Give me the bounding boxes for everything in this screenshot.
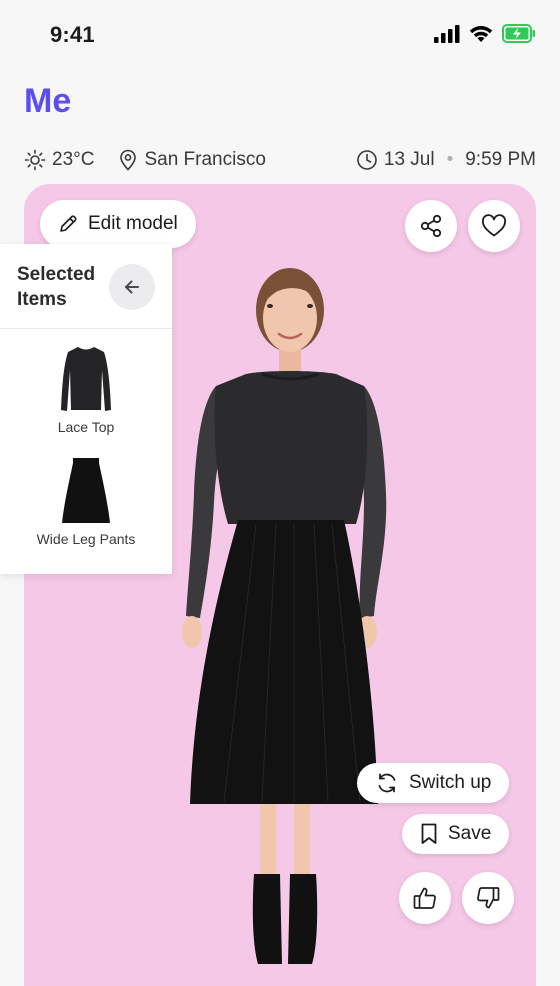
selected-items-header: Selected Items [0,244,172,329]
bookmark-icon [421,823,437,844]
favorite-button[interactable] [468,200,520,252]
switch-up-label: Switch up [409,772,492,793]
status-time: 9:41 [50,22,95,47]
clock-icon [357,150,377,170]
share-button[interactable] [405,200,457,252]
time-text: 9:59 PM [465,149,536,170]
location-pin-icon [120,149,137,171]
location-text: San Francisco [144,149,266,170]
save-label: Save [448,823,492,844]
battery-charging-icon [502,24,535,43]
black-skirt-icon [62,458,110,523]
switch-up-button[interactable]: Switch up [357,763,510,803]
arrow-left-icon [125,280,139,294]
status-bar: 9:41 [0,0,560,70]
date-text: 13 Jul [383,149,435,170]
edit-model-button[interactable]: Edit model [40,200,196,248]
separator-dot: • [446,149,454,170]
refresh-icon [378,773,396,793]
selected-item-wide-leg-pants[interactable]: Wide Leg Pants [0,456,172,547]
share-icon [420,214,442,238]
collapse-panel-button[interactable] [109,264,155,310]
thumbs-up-button[interactable] [399,872,451,924]
heart-icon [482,214,506,237]
selected-item-lace-top[interactable]: Lace Top [0,344,172,435]
thumbs-down-button[interactable] [462,872,514,924]
signal-icon [434,24,460,43]
datetime-group: 13 Jul • 9:59 PM [356,149,536,171]
edit-model-label: Edit model [88,213,178,234]
context-meta-row: 23°C San Francisco 13 Jul • 9:59 PM [24,146,536,174]
pencil-icon [60,215,77,232]
thumbs-down-icon [477,887,500,909]
item-name: Wide Leg Pants [36,531,136,547]
location-group: San Francisco [118,149,266,171]
page-title: Me [24,82,72,120]
selected-items-panel: Selected Items Lace Top Wide Leg Pants [0,244,172,574]
status-icons [434,24,536,43]
weather-group: 23°C [24,149,94,171]
temperature-text: 23°C [52,149,95,170]
long-sleeve-top-icon [61,347,111,411]
item-name: Lace Top [57,419,115,435]
selected-items-title: Selected Items [17,264,96,310]
wifi-icon [469,26,493,42]
thumbs-up-icon [413,887,436,909]
save-button[interactable]: Save [402,814,510,854]
sun-icon [24,149,46,171]
